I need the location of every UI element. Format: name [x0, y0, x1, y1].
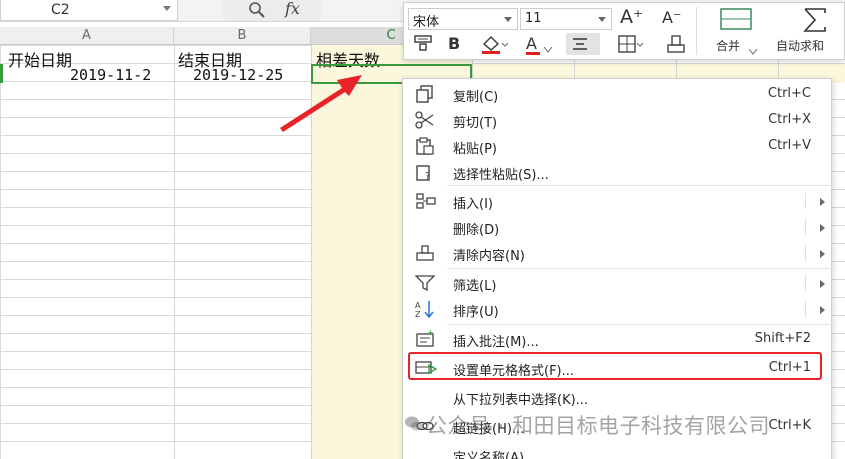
menu-item-define-name[interactable]: 定义名称(A)... — [403, 442, 833, 459]
menu-item-paste[interactable]: 粘贴(P) Ctrl+V — [403, 133, 833, 159]
menu-item-paste-special[interactable]: ? 选择性粘贴(S)... — [403, 159, 833, 185]
autosum-icon[interactable] — [801, 7, 841, 32]
menu-label: 定义名称(A)... — [453, 451, 537, 459]
menu-shortcut: Ctrl+K — [768, 418, 811, 433]
menu-label: 复制(C) — [453, 90, 499, 105]
svg-text:Z: Z — [415, 310, 421, 318]
copy-icon — [415, 85, 437, 103]
font-color-button[interactable]: A — [526, 34, 537, 53]
menu-item-delete[interactable]: 删除(D) — [403, 214, 833, 240]
watermark-text: 公众号 · 和田目标电子科技有限公司 — [426, 414, 771, 438]
submenu-divider — [805, 219, 806, 235]
menu-label: 清除内容(N) — [453, 249, 525, 264]
format-cells-highlight — [408, 352, 822, 380]
chevron-down-icon[interactable] — [748, 41, 758, 59]
eraser-icon — [415, 244, 437, 262]
chevron-down-icon — [504, 17, 512, 22]
wechat-icon — [405, 416, 423, 431]
menu-shortcut: Ctrl+C — [767, 86, 811, 101]
menu-item-insert[interactable]: 插入(I) — [403, 188, 833, 214]
mini-toolbar: 宋体 11 A⁺ A⁻ B A 合并 自动求和 — [403, 2, 845, 60]
font-color-letter: A — [526, 34, 537, 53]
submenu-divider — [805, 193, 806, 209]
font-size-value: 11 — [525, 11, 542, 26]
menu-separator — [447, 268, 833, 269]
merge-cells-icon[interactable] — [717, 7, 757, 30]
paste-special-icon: ? — [415, 163, 437, 182]
chevron-down-icon — [598, 17, 606, 22]
font-name-select[interactable]: 宋体 — [408, 8, 518, 30]
sort-icon: AZ — [415, 300, 437, 319]
menu-item-pick-from-list[interactable]: 从下拉列表中选择(K)... — [403, 384, 833, 410]
clear-format-icon[interactable] — [666, 34, 688, 58]
submenu-divider — [805, 275, 806, 291]
grow-font-button[interactable]: A⁺ — [620, 6, 643, 28]
menu-item-clear-contents[interactable]: 清除内容(N) — [403, 240, 833, 266]
borders-icon[interactable] — [618, 35, 644, 57]
menu-separator — [447, 324, 833, 325]
bold-button[interactable]: B — [448, 34, 460, 53]
menu-label: 从下拉列表中选择(K)... — [453, 393, 589, 408]
font-name-value: 宋体 — [413, 15, 440, 30]
menu-item-copy[interactable]: 复制(C) Ctrl+C — [403, 81, 833, 107]
svg-text:A: A — [415, 301, 421, 310]
fill-color-icon[interactable] — [480, 34, 509, 58]
menu-label: 选择性粘贴(S)... — [453, 168, 549, 183]
shrink-font-button[interactable]: A⁻ — [662, 8, 681, 27]
menu-item-cut[interactable]: 剪切(T) Ctrl+X — [403, 107, 833, 133]
submenu-divider — [805, 245, 806, 261]
menu-label: 剪切(T) — [453, 116, 498, 131]
menu-label: 插入(I) — [453, 197, 493, 212]
autosum-label[interactable]: 自动求和 — [776, 37, 824, 54]
filter-icon — [414, 274, 437, 292]
menu-shortcut: Ctrl+X — [768, 112, 811, 127]
chevron-right-icon — [820, 224, 825, 232]
chevron-right-icon — [820, 198, 825, 206]
chevron-right-icon — [820, 306, 825, 314]
chevron-right-icon — [820, 280, 825, 288]
menu-shortcut: Shift+F2 — [754, 331, 811, 346]
svg-text:+: + — [427, 330, 434, 337]
menu-label: 粘贴(P) — [453, 142, 497, 157]
spreadsheet-window: C2 fx A B C 开始日期 结束日期 相差天数 2019-11-2 201… — [0, 0, 845, 459]
menu-item-filter[interactable]: 筛选(L) — [403, 270, 833, 296]
toolbar-divider — [696, 7, 697, 55]
svg-text:?: ? — [425, 171, 430, 181]
font-color-swatch — [526, 52, 540, 55]
paste-icon — [415, 137, 437, 155]
comment-icon: + — [415, 328, 437, 348]
insert-cells-icon — [415, 192, 437, 210]
font-size-select[interactable]: 11 — [520, 8, 612, 30]
align-center-icon[interactable] — [571, 37, 589, 55]
context-menu: 复制(C) Ctrl+C 剪切(T) Ctrl+X 粘贴(P) Ctrl+V ?… — [402, 78, 833, 459]
menu-item-insert-comment[interactable]: + 插入批注(M)... Shift+F2 — [403, 326, 833, 352]
menu-label: 删除(D) — [453, 223, 500, 238]
submenu-divider — [805, 301, 806, 317]
menu-shortcut: Ctrl+V — [768, 138, 811, 153]
menu-separator — [447, 185, 833, 186]
merge-label[interactable]: 合并 — [716, 37, 740, 54]
menu-label: 插入批注(M)... — [453, 335, 539, 350]
chevron-right-icon — [820, 250, 825, 258]
format-painter-icon[interactable] — [412, 34, 434, 56]
menu-label: 筛选(L) — [453, 279, 497, 294]
chevron-down-icon[interactable] — [543, 39, 553, 57]
menu-label: 排序(U) — [453, 305, 499, 320]
scissors-icon — [415, 111, 437, 129]
menu-item-sort[interactable]: AZ 排序(U) — [403, 296, 833, 322]
